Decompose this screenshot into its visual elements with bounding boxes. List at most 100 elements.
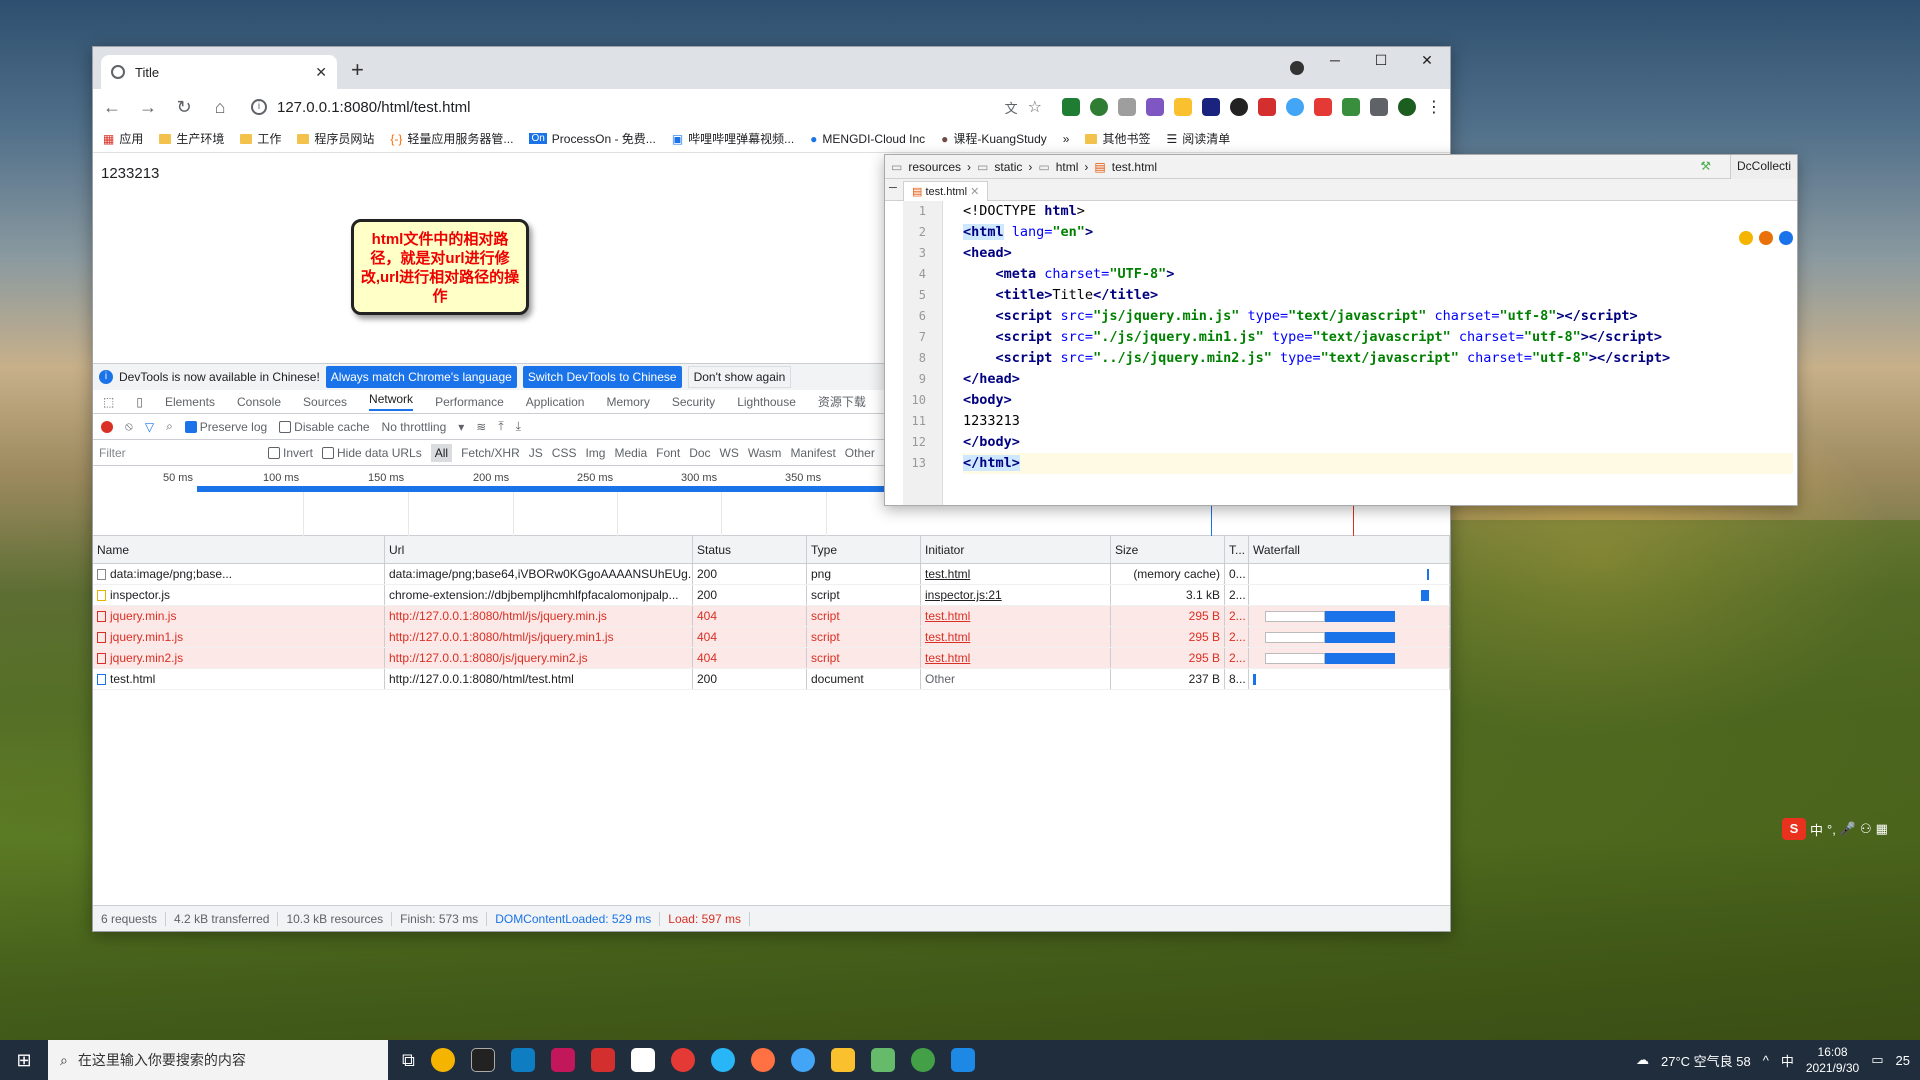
clock[interactable]: 16:08 2021/9/30 (1806, 1044, 1859, 1076)
windows-start-icon[interactable]: ⊞ (0, 1050, 48, 1071)
app-icon[interactable] (510, 1048, 535, 1072)
weather-icon[interactable]: ☁ (1636, 1052, 1649, 1068)
task-view-icon[interactable]: ⧉ (402, 1050, 415, 1071)
switch-chinese-button[interactable]: Switch DevTools to Chinese (522, 366, 682, 388)
browser-tab[interactable]: Title ✕ (101, 55, 337, 89)
invert-checkbox[interactable]: Invert (268, 446, 313, 460)
app-icon[interactable] (790, 1048, 815, 1072)
postman-app-icon[interactable] (750, 1048, 775, 1072)
dont-show-again-button[interactable]: Don't show again (687, 366, 792, 388)
extension-icon[interactable] (1202, 98, 1220, 116)
match-language-button[interactable]: Always match Chrome's language (325, 366, 517, 388)
extension-icon[interactable] (1090, 98, 1108, 116)
ime-mode[interactable]: 中 (1810, 820, 1823, 839)
bookmark-item[interactable]: 工作 (240, 130, 281, 147)
import-icon[interactable]: ⤒ (498, 419, 503, 434)
tab-performance[interactable]: Performance (435, 395, 504, 409)
filter-xhr[interactable]: Fetch/XHR (461, 446, 520, 460)
notification-icon[interactable]: ▭ (1871, 1052, 1883, 1068)
close-icon[interactable]: ✕ (970, 186, 979, 198)
tab-network[interactable]: Network (369, 392, 414, 411)
row-initiator[interactable]: test.html (925, 609, 970, 623)
col-url[interactable]: Url (385, 536, 693, 563)
terminal-app-icon[interactable] (470, 1048, 495, 1072)
maximize-button[interactable]: ☐ (1358, 47, 1404, 77)
typora-app-icon[interactable] (630, 1048, 655, 1072)
filter-icon[interactable]: ▽ (145, 420, 154, 434)
bookmark-item[interactable]: 程序员网站 (297, 130, 374, 147)
extension-icon[interactable] (1062, 98, 1080, 116)
filter-media[interactable]: Media (614, 446, 647, 460)
code-editor[interactable]: <!DOCTYPE html> <html lang="en"> <head> … (963, 201, 1793, 474)
punctuation-icon[interactable]: °, (1827, 822, 1836, 837)
col-name[interactable]: Name (93, 536, 385, 563)
notepad-app-icon[interactable] (870, 1048, 895, 1072)
edge-icon[interactable] (1779, 231, 1793, 245)
app-icon[interactable] (710, 1048, 735, 1072)
bookmark-item[interactable]: On ProcessOn - 免费... (529, 130, 656, 147)
table-row[interactable]: test.html http://127.0.0.1:8080/html/tes… (93, 669, 1450, 690)
filter-other[interactable]: Other (845, 446, 875, 460)
filter-manifest[interactable]: Manifest (790, 446, 835, 460)
filter-input[interactable]: Filter (99, 446, 259, 460)
star-icon[interactable]: ☆ (1028, 97, 1042, 117)
filter-doc[interactable]: Doc (689, 446, 710, 460)
table-row[interactable]: jquery.min.js http://127.0.0.1:8080/html… (93, 606, 1450, 627)
filter-js[interactable]: JS (529, 446, 543, 460)
row-initiator[interactable]: inspector.js:21 (925, 588, 1002, 602)
col-initiator[interactable]: Initiator (921, 536, 1111, 563)
extension-icon[interactable] (1118, 98, 1136, 116)
col-type[interactable]: Type (807, 536, 921, 563)
bookmark-item[interactable]: ● 课程-KuangStudy (941, 130, 1047, 147)
home-icon[interactable]: ⌂ (209, 97, 231, 118)
filter-img[interactable]: Img (585, 446, 605, 460)
bookmark-apps[interactable]: ▦ 应用 (103, 130, 143, 147)
col-status[interactable]: Status (693, 536, 807, 563)
filter-all[interactable]: All (430, 443, 453, 462)
new-tab-button[interactable]: + (351, 57, 364, 83)
microphone-icon[interactable]: 🎤 (1840, 821, 1856, 837)
chrome-app-icon[interactable] (430, 1048, 455, 1072)
sogou-icon[interactable]: S (1782, 818, 1806, 840)
bookmark-item[interactable]: 生产环境 (159, 130, 224, 147)
taskbar-search[interactable]: ⌕ 在这里输入你要搜索的内容 (48, 1040, 388, 1080)
tab-security[interactable]: Security (672, 395, 715, 409)
inspect-icon[interactable]: ⬚ (103, 395, 114, 409)
forward-icon[interactable]: → (137, 97, 159, 118)
weather-text[interactable]: 27°C 空气良 58 (1661, 1051, 1751, 1070)
extension-icon[interactable] (1342, 98, 1360, 116)
close-tab-icon[interactable]: ✕ (315, 64, 327, 81)
grid-icon[interactable]: ▦ (1876, 821, 1888, 837)
omnibox[interactable]: i 127.0.0.1:8080/html/test.html 文 ☆ (245, 93, 1048, 121)
file-explorer-icon[interactable] (830, 1048, 855, 1072)
tab-memory[interactable]: Memory (606, 395, 649, 409)
table-row[interactable]: inspector.js chrome-extension://dbjbempl… (93, 585, 1450, 606)
app-icon[interactable] (670, 1048, 695, 1072)
row-initiator[interactable]: test.html (925, 630, 970, 644)
intellij-app-icon[interactable] (550, 1048, 575, 1072)
filter-wasm[interactable]: Wasm (748, 446, 782, 460)
hammer-icon[interactable]: ⚒ (1700, 159, 1711, 173)
col-waterfall[interactable]: Waterfall (1249, 536, 1450, 563)
chrome-icon[interactable] (1739, 231, 1753, 245)
extension-icon[interactable] (1286, 98, 1304, 116)
more-icon[interactable]: ⋮ (1426, 97, 1442, 117)
col-time[interactable]: T... (1225, 536, 1249, 563)
breadcrumb-item[interactable]: resources (908, 160, 961, 174)
tray-ime[interactable]: 中 (1781, 1051, 1794, 1070)
bookmark-item[interactable]: {-} 轻量应用服务器管... (390, 130, 513, 147)
breadcrumb-item[interactable]: static (994, 160, 1022, 174)
hide-data-urls-checkbox[interactable]: Hide data URLs (322, 446, 422, 460)
redis-app-icon[interactable] (590, 1048, 615, 1072)
extension-icon[interactable] (1314, 98, 1332, 116)
bookmark-item[interactable]: ▣ 哔哩哔哩弹幕视频... (672, 130, 794, 147)
tab-lighthouse[interactable]: Lighthouse (737, 395, 796, 409)
search-icon[interactable]: ⌕ (166, 419, 173, 434)
disable-cache-checkbox[interactable]: Disable cache (279, 420, 370, 434)
table-row[interactable]: jquery.min1.js http://127.0.0.1:8080/htm… (93, 627, 1450, 648)
record-button[interactable] (101, 420, 113, 433)
wechat-app-icon[interactable] (910, 1048, 935, 1072)
table-row[interactable]: data:image/png;base... data:image/png;ba… (93, 564, 1450, 585)
more-bookmarks-icon[interactable]: » (1063, 132, 1070, 146)
tab-sources[interactable]: Sources (303, 395, 347, 409)
